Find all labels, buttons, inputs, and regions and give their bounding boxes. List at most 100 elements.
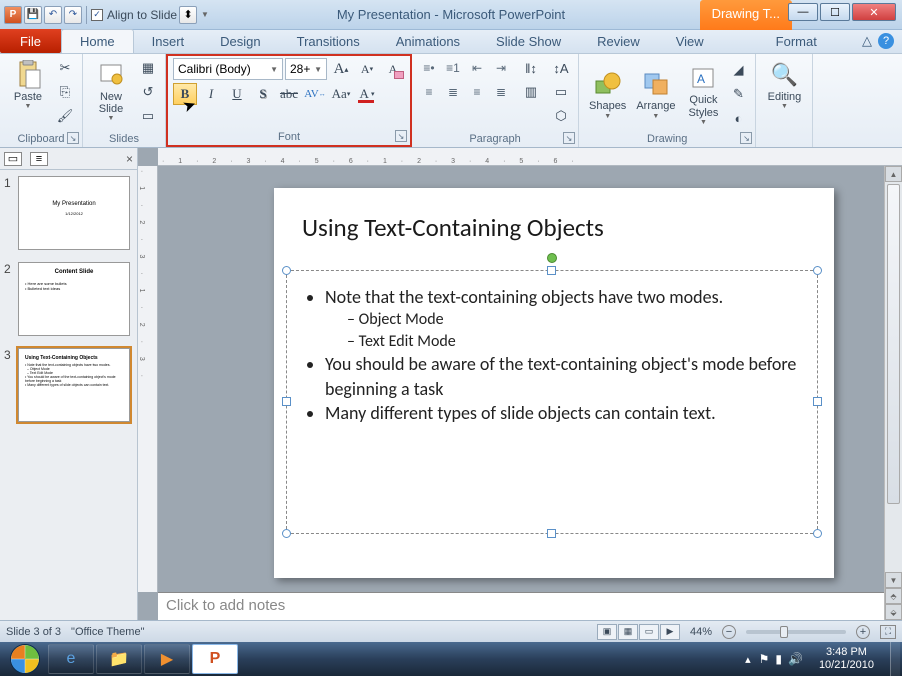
thumbnail-1[interactable]: 1 My Presentation1/12/2012 bbox=[0, 170, 137, 256]
close-pane-icon[interactable]: × bbox=[126, 152, 133, 166]
smartart-icon[interactable]: ⬡ bbox=[550, 105, 572, 127]
undo-icon[interactable]: ↶ bbox=[44, 6, 62, 24]
shape-effects-icon[interactable]: ◐ bbox=[727, 107, 749, 129]
increase-indent-icon[interactable]: ⇥ bbox=[490, 57, 512, 79]
numbering-icon[interactable]: ≡1 bbox=[442, 57, 464, 79]
tab-format[interactable]: Format bbox=[758, 30, 835, 53]
align-left-icon[interactable]: ≡ bbox=[418, 81, 440, 103]
resize-handle[interactable] bbox=[282, 266, 291, 275]
shadow-button[interactable]: S bbox=[251, 83, 275, 105]
zoom-slider[interactable] bbox=[746, 630, 846, 634]
tab-review[interactable]: Review bbox=[579, 30, 658, 53]
shape-fill-icon[interactable]: ◢ bbox=[727, 59, 749, 81]
resize-handle[interactable] bbox=[282, 397, 291, 406]
tray-flag-icon[interactable]: ⚑ bbox=[759, 652, 770, 666]
zoom-in-icon[interactable]: + bbox=[856, 625, 870, 639]
help-icon[interactable]: ? bbox=[878, 33, 894, 49]
tab-animations[interactable]: Animations bbox=[378, 30, 478, 53]
tab-home[interactable]: Home bbox=[61, 29, 134, 53]
resize-handle[interactable] bbox=[813, 529, 822, 538]
minimize-ribbon-icon[interactable]: △ bbox=[862, 33, 872, 49]
horizontal-ruler[interactable]: · 1 · 2 · 3 · 4 · 5 · 6 · 1 · 2 · 3 · 4 … bbox=[158, 148, 902, 166]
show-desktop-button[interactable] bbox=[890, 642, 900, 676]
system-clock[interactable]: 3:48 PM10/21/2010 bbox=[811, 644, 882, 674]
notes-pane[interactable]: Click to add notes bbox=[158, 592, 902, 620]
slides-tab-icon[interactable]: ▭ bbox=[4, 152, 22, 166]
text-direction-icon[interactable]: ↕A bbox=[550, 57, 572, 79]
tab-design[interactable]: Design bbox=[202, 30, 278, 53]
align-right-icon[interactable]: ≡ bbox=[466, 81, 488, 103]
clear-formatting-icon[interactable]: A bbox=[381, 58, 405, 80]
font-color-icon[interactable]: A▾ bbox=[355, 83, 379, 105]
paste-button[interactable]: Paste ▼ bbox=[6, 57, 50, 112]
slide-canvas[interactable]: Using Text-Containing Objects bbox=[158, 166, 902, 592]
line-spacing-icon[interactable]: ‖↕ bbox=[520, 57, 542, 79]
minimize-button[interactable]: — bbox=[788, 3, 818, 21]
align-center-icon[interactable]: ≣ bbox=[442, 81, 464, 103]
italic-button[interactable]: I bbox=[199, 83, 223, 105]
resize-handle[interactable] bbox=[813, 266, 822, 275]
content-placeholder[interactable]: Note that the text-containing objects ha… bbox=[286, 270, 818, 534]
change-case-icon[interactable]: Aa▾ bbox=[329, 83, 353, 105]
maximize-button[interactable]: ☐ bbox=[820, 3, 850, 21]
align-checkbox[interactable]: ✓ bbox=[91, 9, 103, 21]
start-button[interactable] bbox=[4, 644, 46, 674]
paragraph-launcher[interactable]: ↘ bbox=[563, 132, 575, 144]
new-slide-button[interactable]: New Slide ▼ bbox=[89, 57, 133, 124]
reset-icon[interactable]: ↺ bbox=[137, 81, 159, 103]
vertical-ruler[interactable]: · 1 · 2 · 3 · 1 · 2 · 3 · bbox=[138, 166, 158, 592]
resize-handle[interactable] bbox=[547, 266, 556, 275]
tab-view[interactable]: View bbox=[658, 30, 722, 53]
cut-icon[interactable]: ✂ bbox=[54, 57, 76, 79]
shape-outline-icon[interactable]: ✎ bbox=[727, 83, 749, 105]
qat-customize-icon[interactable]: ▼ bbox=[201, 10, 209, 19]
next-slide-icon[interactable]: ⬙ bbox=[885, 604, 902, 620]
editing-button[interactable]: 🔍 Editing▼ bbox=[762, 57, 806, 112]
resize-handle[interactable] bbox=[813, 397, 822, 406]
normal-view-icon[interactable]: ▣ bbox=[597, 624, 617, 640]
section-icon[interactable]: ▭ bbox=[137, 105, 159, 127]
tab-insert[interactable]: Insert bbox=[134, 30, 203, 53]
prev-slide-icon[interactable]: ⬘ bbox=[885, 588, 902, 604]
align-text-icon[interactable]: ▭ bbox=[550, 81, 572, 103]
tab-slideshow[interactable]: Slide Show bbox=[478, 30, 579, 53]
font-size-combo[interactable]: 28+▼ bbox=[285, 58, 327, 80]
clipboard-launcher[interactable]: ↘ bbox=[67, 132, 79, 144]
zoom-out-icon[interactable]: − bbox=[722, 625, 736, 639]
taskbar-explorer-icon[interactable]: 📁 bbox=[96, 644, 142, 674]
taskbar-ie-icon[interactable]: e bbox=[48, 644, 94, 674]
font-launcher[interactable]: ↘ bbox=[395, 130, 407, 142]
align-options-icon[interactable]: ⬍ bbox=[179, 6, 197, 24]
underline-button[interactable]: U bbox=[225, 83, 249, 105]
quick-styles-button[interactable]: A Quick Styles▼ bbox=[681, 60, 725, 127]
fit-window-icon[interactable]: ⛶ bbox=[880, 625, 896, 639]
strikethrough-button[interactable]: abc bbox=[277, 83, 301, 105]
layout-icon[interactable]: ▦ bbox=[137, 57, 159, 79]
drawing-launcher[interactable]: ↘ bbox=[740, 132, 752, 144]
taskbar-media-icon[interactable]: ▶ bbox=[144, 644, 190, 674]
close-button[interactable]: ✕ bbox=[852, 3, 896, 21]
copy-icon[interactable]: ⎘ bbox=[54, 81, 76, 103]
format-painter-icon[interactable]: 🖌 bbox=[54, 105, 76, 127]
shapes-button[interactable]: Shapes▼ bbox=[585, 66, 630, 121]
outline-tab-icon[interactable]: ≡ bbox=[30, 152, 48, 166]
resize-handle[interactable] bbox=[547, 529, 556, 538]
tab-transitions[interactable]: Transitions bbox=[279, 30, 378, 53]
bullets-icon[interactable]: ≡• bbox=[418, 57, 440, 79]
tab-file[interactable]: File bbox=[0, 29, 61, 53]
sorter-view-icon[interactable]: ▦ bbox=[618, 624, 638, 640]
arrange-button[interactable]: Arrange▼ bbox=[632, 66, 679, 121]
columns-icon[interactable]: ▥ bbox=[520, 81, 542, 103]
reading-view-icon[interactable]: ▭ bbox=[639, 624, 659, 640]
bold-button[interactable]: B ➤ bbox=[173, 83, 197, 105]
resize-handle[interactable] bbox=[282, 529, 291, 538]
tray-expand-icon[interactable]: ▴ bbox=[745, 653, 751, 666]
body-text[interactable]: Note that the text-containing objects ha… bbox=[287, 271, 817, 439]
scrollbar-thumb[interactable] bbox=[887, 184, 900, 504]
shrink-font-icon[interactable]: A▾ bbox=[355, 58, 379, 80]
redo-icon[interactable]: ↷ bbox=[64, 6, 82, 24]
vertical-scrollbar[interactable]: ▲ ▼ ⬘ ⬙ bbox=[884, 166, 902, 620]
taskbar-powerpoint-icon[interactable]: P bbox=[192, 644, 238, 674]
slide-title[interactable]: Using Text-Containing Objects bbox=[274, 188, 834, 249]
rotate-handle[interactable] bbox=[547, 253, 557, 263]
